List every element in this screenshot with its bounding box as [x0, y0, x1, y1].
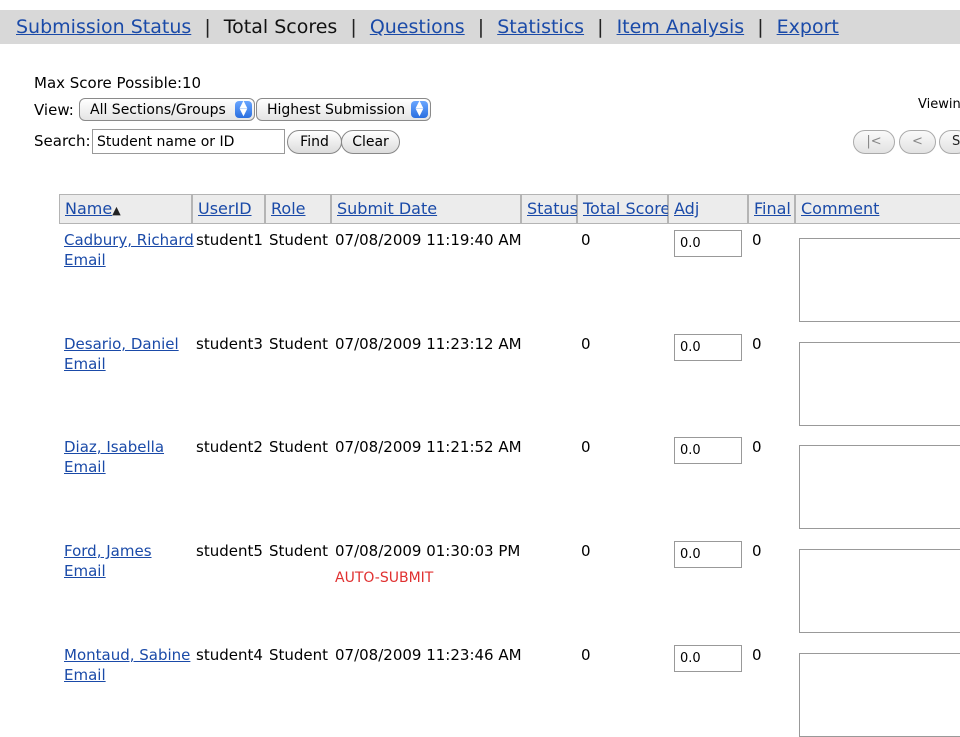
userid-cell: student3: [196, 335, 263, 353]
select-arrows-icon: ▲ ▼: [235, 100, 252, 118]
submit-date-cell: 07/08/2009 11:23:46 AM: [335, 646, 522, 664]
find-button[interactable]: Find: [287, 130, 342, 154]
header-status[interactable]: Status: [521, 194, 578, 224]
comment-textarea[interactable]: [799, 238, 960, 322]
view-label: View:: [34, 101, 74, 119]
nav-submission-status[interactable]: Submission Status: [16, 16, 191, 38]
total-score-cell: 0: [581, 335, 591, 353]
submit-date-cell: 07/08/2009 11:23:12 AM: [335, 335, 522, 353]
student-name-link[interactable]: Ford, James: [64, 541, 152, 561]
userid-cell: student4: [196, 646, 263, 664]
comment-textarea[interactable]: [799, 549, 960, 633]
userid-cell: student1: [196, 231, 263, 249]
header-submit-date-label[interactable]: Submit Date: [337, 199, 437, 218]
nav-separator: |: [204, 16, 211, 38]
header-name-label[interactable]: Name: [65, 199, 112, 218]
clear-button[interactable]: Clear: [341, 130, 400, 154]
final-score-cell: 0: [752, 438, 762, 456]
email-link[interactable]: Email: [64, 250, 106, 270]
prev-page-button[interactable]: <: [899, 130, 936, 154]
total-score-cell: 0: [581, 646, 591, 664]
sort-ascending-icon: ▲: [112, 204, 121, 217]
header-total-score-label[interactable]: Total Score: [583, 199, 670, 218]
nav-statistics[interactable]: Statistics: [497, 16, 584, 38]
comment-textarea[interactable]: [799, 653, 960, 737]
header-role-label[interactable]: Role: [271, 199, 305, 218]
header-userid-label[interactable]: UserID: [198, 199, 252, 218]
student-name-link[interactable]: Cadbury, Richard: [64, 230, 194, 250]
header-adj-label[interactable]: Adj: [674, 199, 699, 218]
comment-textarea[interactable]: [799, 445, 960, 529]
nav-separator: |: [350, 16, 357, 38]
search-label: Search:: [34, 132, 91, 150]
userid-cell: student5: [196, 542, 263, 560]
email-link[interactable]: Email: [64, 561, 106, 581]
submit-date-cell: 07/08/2009 11:19:40 AM: [335, 231, 522, 249]
max-score-label: Max Score Possible:10: [34, 74, 202, 92]
final-score-cell: 0: [752, 646, 762, 664]
header-adj[interactable]: Adj: [668, 194, 748, 224]
userid-cell: student2: [196, 438, 263, 456]
nav-item-analysis[interactable]: Item Analysis: [617, 16, 745, 38]
select-arrows-icon: ▲ ▼: [411, 100, 428, 118]
final-score-cell: 0: [752, 542, 762, 560]
header-name[interactable]: Name▲: [59, 194, 192, 224]
total-score-cell: 0: [581, 231, 591, 249]
header-status-label[interactable]: Status: [527, 199, 578, 218]
student-name-link[interactable]: Desario, Daniel: [64, 334, 179, 354]
header-submit-date[interactable]: Submit Date: [331, 194, 521, 224]
final-score-cell: 0: [752, 231, 762, 249]
total-score-cell: 0: [581, 438, 591, 456]
nav-total-scores: Total Scores: [223, 16, 338, 38]
submission-select-value: Highest Submission: [267, 102, 406, 118]
email-link[interactable]: Email: [64, 457, 106, 477]
email-link[interactable]: Email: [64, 665, 106, 685]
student-name-link[interactable]: Montaud, Sabine: [64, 645, 190, 665]
adjustment-input[interactable]: [674, 437, 742, 464]
search-input[interactable]: [92, 129, 285, 154]
role-cell: Student: [269, 542, 329, 560]
nav-bar: Submission Status | Total Scores | Quest…: [0, 10, 960, 44]
nav-separator: |: [477, 16, 485, 38]
role-cell: Student: [269, 646, 329, 664]
submit-date-cell: 07/08/2009 01:30:03 PM: [335, 542, 521, 560]
total-score-cell: 0: [581, 542, 591, 560]
section-select[interactable]: All Sections/Groups ▲ ▼: [79, 98, 255, 121]
nav-questions[interactable]: Questions: [370, 16, 465, 38]
nav-separator: |: [757, 16, 764, 38]
viewing-label: Viewin: [918, 97, 960, 112]
page-size-button[interactable]: Sl: [939, 130, 960, 154]
header-userid[interactable]: UserID: [192, 194, 265, 224]
header-final[interactable]: Final: [748, 194, 795, 224]
role-cell: Student: [269, 231, 329, 249]
student-name-link[interactable]: Diaz, Isabella: [64, 437, 164, 457]
adjustment-input[interactable]: [674, 645, 742, 672]
header-role[interactable]: Role: [265, 194, 331, 224]
adjustment-input[interactable]: [674, 334, 742, 361]
adjustment-input[interactable]: [674, 230, 742, 257]
header-comment-label[interactable]: Comment: [801, 199, 879, 218]
adjustment-input[interactable]: [674, 541, 742, 568]
header-final-label[interactable]: Final: [754, 199, 791, 218]
first-page-button[interactable]: |<: [853, 130, 895, 154]
submission-select[interactable]: Highest Submission ▲ ▼: [256, 98, 431, 121]
nav-separator: |: [597, 16, 604, 38]
submit-date-cell: 07/08/2009 11:21:52 AM: [335, 438, 522, 456]
final-score-cell: 0: [752, 335, 762, 353]
nav-export[interactable]: Export: [777, 16, 839, 38]
comment-textarea[interactable]: [799, 342, 960, 426]
section-select-value: All Sections/Groups: [90, 102, 226, 118]
email-link[interactable]: Email: [64, 354, 106, 374]
status-note: AUTO-SUBMIT: [335, 570, 434, 586]
role-cell: Student: [269, 335, 329, 353]
header-total-score[interactable]: Total Score: [577, 194, 670, 224]
role-cell: Student: [269, 438, 329, 456]
header-comment[interactable]: Comment: [795, 194, 960, 224]
